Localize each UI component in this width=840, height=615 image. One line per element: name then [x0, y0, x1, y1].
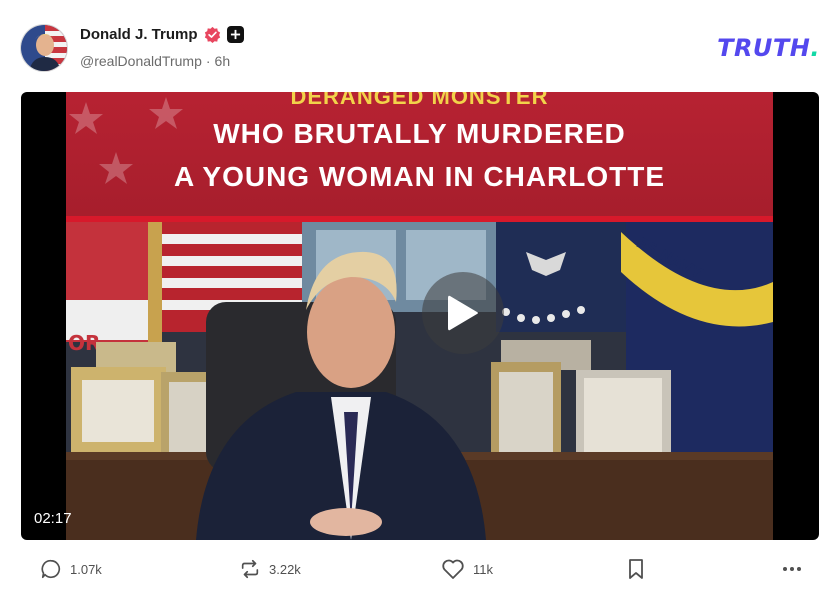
video-player[interactable]: DERANGED MONSTER WHO BRUTALLY MURDERED A… [21, 92, 819, 540]
logo-dot: . [810, 34, 820, 62]
repost-icon [241, 559, 259, 579]
bookmark-icon [629, 559, 643, 579]
post-actions: 1.07k 3.22k 11k [20, 558, 820, 592]
verified-icon [204, 26, 221, 43]
banner-line-1: DERANGED MONSTER [290, 92, 549, 109]
video-frame: DERANGED MONSTER WHO BRUTALLY MURDERED A… [66, 92, 773, 540]
meta-separator: · [205, 53, 211, 69]
reply-icon [41, 559, 61, 579]
like-button[interactable]: 11k [441, 558, 493, 580]
bot-badge-icon [226, 26, 244, 43]
play-icon [448, 295, 478, 331]
repost-count: 3.22k [269, 561, 301, 577]
play-button[interactable] [422, 272, 504, 354]
author-handle[interactable]: @realDonaldTrump [80, 53, 202, 69]
banner-line-2: WHO BRUTALLY MURDERED [213, 118, 626, 149]
post-header: Donald J. Trump @realDonaldTrump · 6h TR… [20, 24, 820, 74]
reply-button[interactable]: 1.07k [40, 558, 102, 580]
more-button[interactable] [781, 558, 803, 580]
truth-logo[interactable]: TRUTH. [717, 34, 820, 62]
reply-count: 1.07k [70, 561, 102, 577]
bookmark-button[interactable] [627, 558, 645, 580]
avatar[interactable] [20, 24, 68, 72]
post-time[interactable]: 6h [215, 53, 231, 69]
video-banner: DERANGED MONSTER WHO BRUTALLY MURDERED A… [66, 92, 773, 222]
banner-line-3: A YOUNG WOMAN IN CHARLOTTE [173, 161, 666, 192]
svg-text:OR: OR [68, 331, 100, 355]
like-icon [442, 559, 464, 579]
author-name[interactable]: Donald J. Trump [80, 26, 198, 43]
post-meta: @realDonaldTrump · 6h [80, 53, 230, 69]
repost-button[interactable]: 3.22k [239, 558, 301, 580]
more-icon [783, 567, 801, 571]
logo-text: TRUTH [717, 34, 811, 62]
video-scene: OR ES NAVY [66, 222, 773, 540]
video-duration: 02:17 [34, 510, 72, 527]
like-count: 11k [473, 561, 493, 577]
